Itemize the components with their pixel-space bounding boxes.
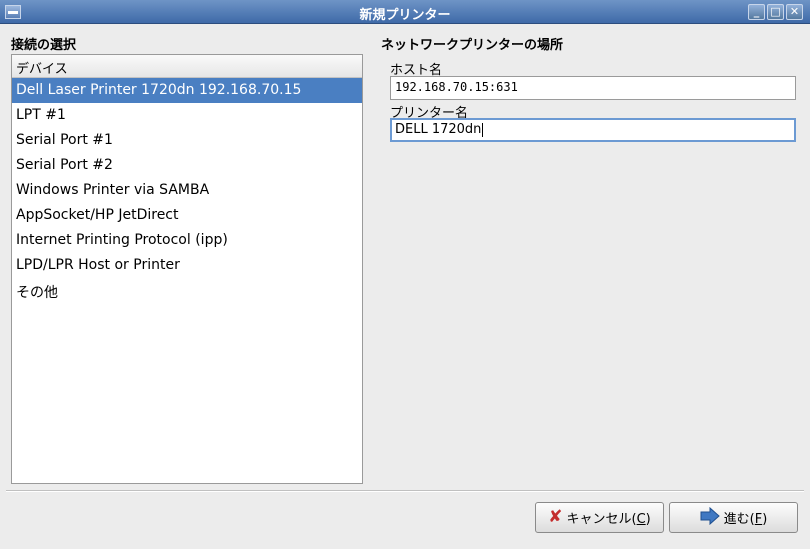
device-list[interactable]: デバイス Dell Laser Printer 1720dn 192.168.7…: [11, 54, 363, 484]
list-item[interactable]: Internet Printing Protocol (ipp): [12, 228, 362, 253]
list-item[interactable]: LPD/LPR Host or Printer: [12, 253, 362, 278]
list-item[interactable]: Serial Port #2: [12, 153, 362, 178]
printer-name-value: DELL 1720dn: [395, 122, 482, 137]
forward-button-label: 進む(F): [723, 512, 768, 527]
list-item[interactable]: Dell Laser Printer 1720dn 192.168.70.15: [12, 78, 362, 103]
list-item[interactable]: Windows Printer via SAMBA: [12, 178, 362, 203]
title-bar: 新規プリンター _ □ ✕: [0, 0, 810, 24]
maximize-icon[interactable]: □: [767, 4, 784, 20]
host-name-value: 192.168.70.15:631: [395, 80, 518, 94]
host-name-input[interactable]: 192.168.70.15:631: [390, 76, 796, 100]
connection-select-label: 接続の選択: [11, 38, 77, 53]
cancel-x-icon: ✘: [548, 507, 563, 527]
text-caret: [482, 122, 484, 137]
printer-name-input[interactable]: DELL 1720dn: [390, 118, 796, 142]
forward-arrow-icon: [700, 506, 720, 529]
list-item[interactable]: AppSocket/HP JetDirect: [12, 203, 362, 228]
cancel-button[interactable]: ✘ キャンセル(C): [535, 502, 664, 533]
minimize-icon[interactable]: _: [748, 4, 765, 20]
window-title: 新規プリンター: [359, 8, 451, 23]
close-icon[interactable]: ✕: [786, 4, 803, 20]
network-printer-location-label: ネットワークプリンターの場所: [381, 38, 564, 53]
list-item[interactable]: その他: [12, 278, 362, 303]
device-column-header[interactable]: デバイス: [12, 55, 362, 78]
list-item[interactable]: LPT #1: [12, 103, 362, 128]
button-separator: [6, 490, 804, 492]
list-item[interactable]: Serial Port #1: [12, 128, 362, 153]
cancel-button-label: キャンセル(C): [566, 512, 651, 527]
forward-button[interactable]: 進む(F): [669, 502, 798, 533]
